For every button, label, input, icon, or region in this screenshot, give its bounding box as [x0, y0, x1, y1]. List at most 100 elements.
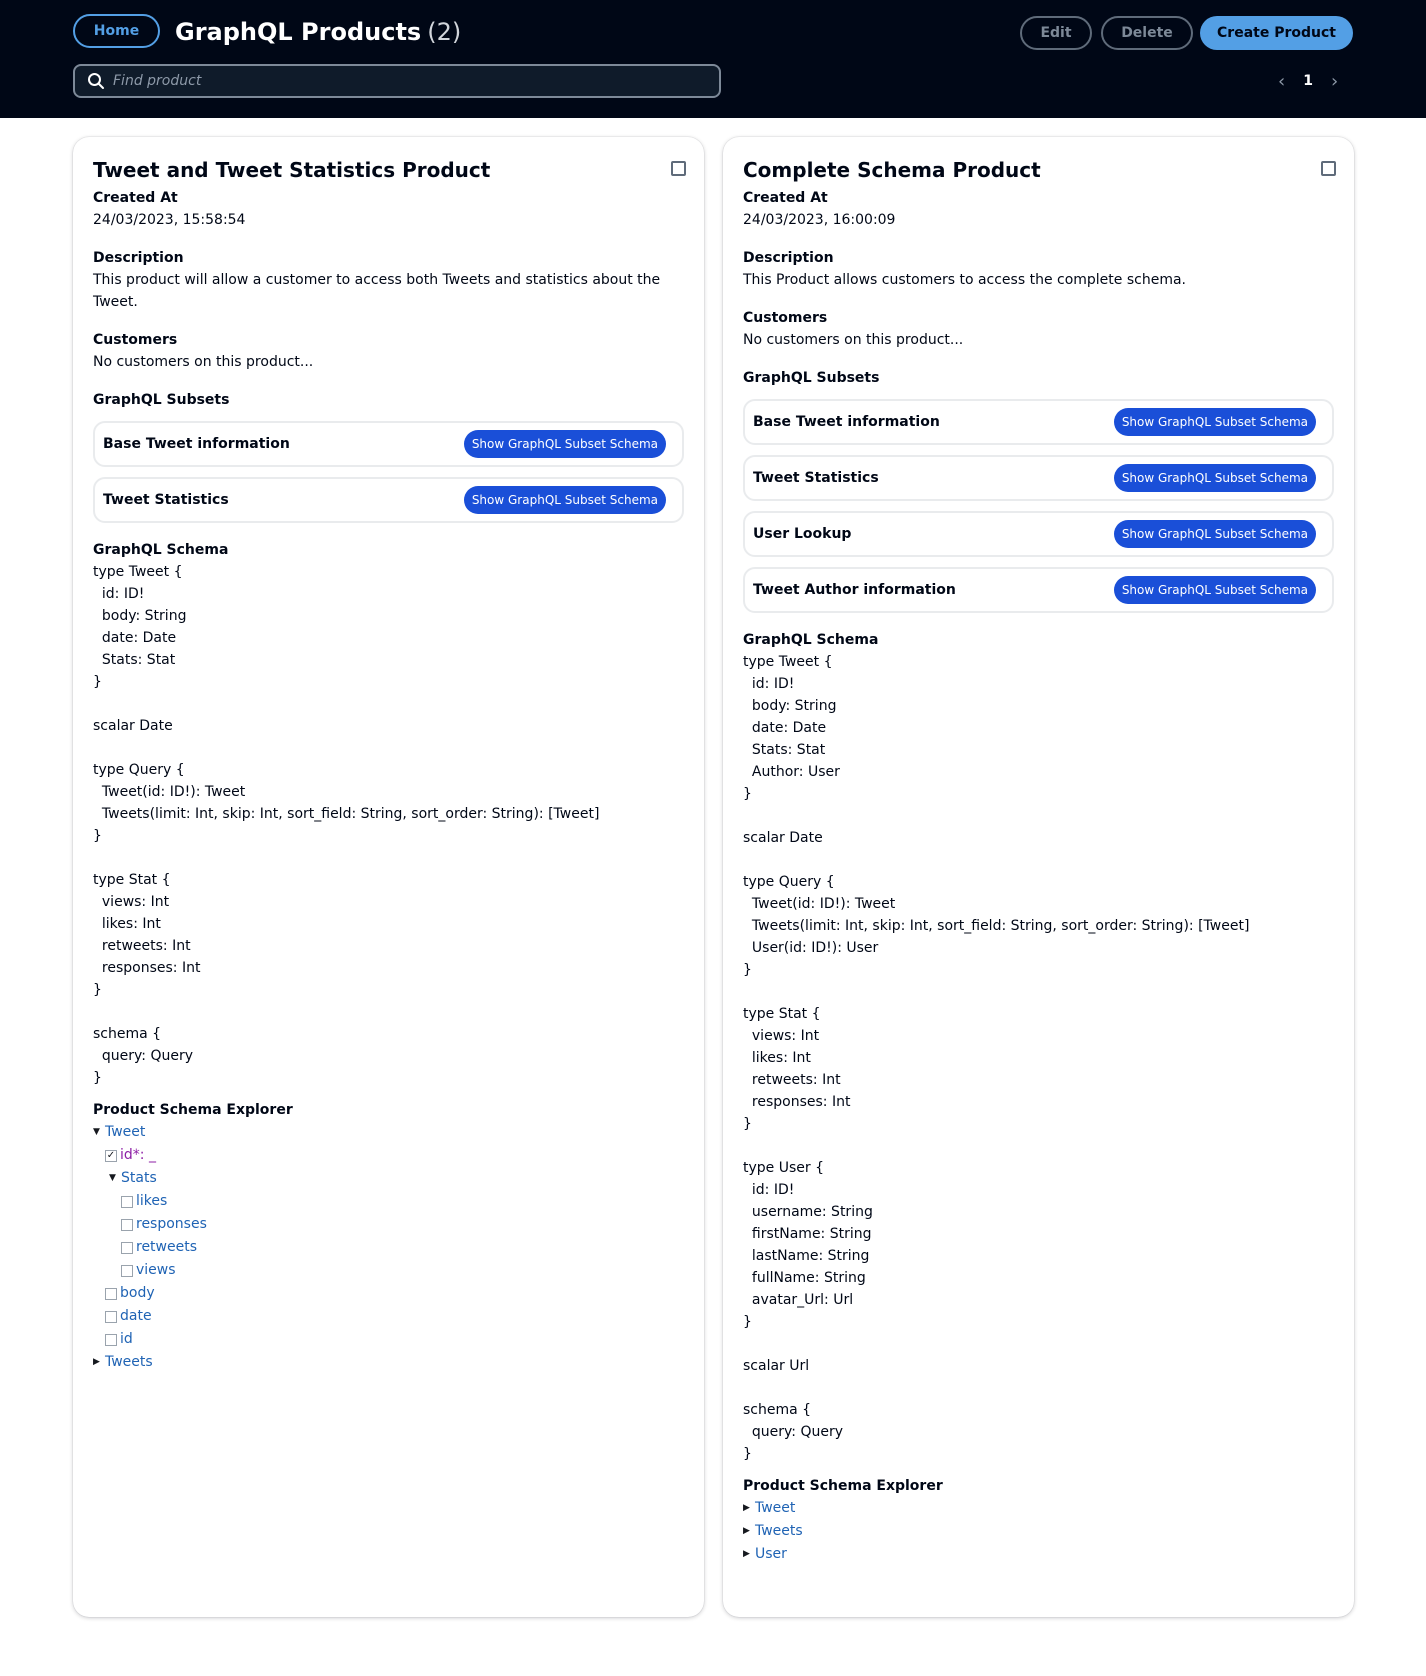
page-title-text: GraphQL Products	[175, 18, 422, 46]
subset-item: Tweet Statistics Show GraphQL Subset Sch…	[743, 455, 1334, 501]
subsets-label: GraphQL Subsets	[93, 392, 230, 408]
product-card: Complete Schema Product Created At 24/03…	[723, 137, 1354, 1617]
checkbox-icon[interactable]	[105, 1287, 117, 1300]
subset-name: Tweet Statistics	[753, 470, 879, 486]
description-value: This product will allow a customer to ac…	[93, 272, 661, 310]
subset-item: Base Tweet information Show GraphQL Subs…	[743, 399, 1334, 445]
checked-checkbox-icon[interactable]: ✓	[105, 1149, 117, 1162]
subset-list: Base Tweet information Show GraphQL Subs…	[93, 421, 684, 523]
tree-label: views	[136, 1262, 176, 1278]
show-subset-schema-button[interactable]: Show GraphQL Subset Schema	[1113, 408, 1316, 436]
caret-right-icon: ▶	[93, 1357, 100, 1367]
tree-node-stats[interactable]: ▼ Stats	[93, 1167, 684, 1190]
subset-item: User Lookup Show GraphQL Subset Schema	[743, 511, 1334, 557]
checkbox-icon[interactable]	[105, 1310, 117, 1323]
edit-button[interactable]: Edit	[1020, 16, 1092, 50]
show-subset-schema-button[interactable]: Show GraphQL Subset Schema	[1113, 464, 1316, 492]
checkbox-icon[interactable]	[121, 1264, 133, 1277]
tree-label: User	[755, 1546, 787, 1562]
tree-node-tweet[interactable]: ▶ Tweet	[743, 1497, 1334, 1520]
customers-value: No customers on this product...	[743, 332, 964, 348]
caret-right-icon: ▶	[743, 1503, 750, 1513]
current-page[interactable]: 1	[1303, 73, 1313, 89]
tree-label: date	[120, 1308, 152, 1324]
tree-label: Tweet	[755, 1500, 796, 1516]
explorer-label: Product Schema Explorer	[93, 1102, 293, 1118]
create-product-button[interactable]: Create Product	[1200, 16, 1353, 50]
tree-node-tweets[interactable]: ▶ Tweets	[93, 1351, 684, 1374]
explorer-tree: ▶ Tweet ▶ Tweets ▶ User	[743, 1497, 1334, 1566]
tree-node-field[interactable]: date	[93, 1305, 684, 1328]
page-title: GraphQL Products (2)	[175, 14, 461, 50]
subset-name: Tweet Statistics	[103, 492, 229, 508]
checkbox-icon[interactable]	[121, 1241, 133, 1254]
product-select-checkbox[interactable]	[1321, 161, 1336, 176]
subset-list: Base Tweet information Show GraphQL Subs…	[743, 399, 1334, 613]
product-count: (2)	[427, 18, 462, 46]
product-card: Tweet and Tweet Statistics Product Creat…	[73, 137, 704, 1617]
explorer-label: Product Schema Explorer	[743, 1478, 943, 1494]
tree-label: likes	[136, 1193, 168, 1209]
tree-label: body	[120, 1285, 155, 1301]
top-header: Home GraphQL Products (2) Edit Delete Cr…	[0, 0, 1426, 118]
home-button[interactable]: Home	[73, 14, 160, 48]
created-at-label: Created At	[93, 190, 178, 206]
tree-label: responses	[136, 1216, 207, 1232]
checkbox-icon[interactable]	[121, 1218, 133, 1231]
product-title: Complete Schema Product	[743, 158, 1041, 182]
show-subset-schema-button[interactable]: Show GraphQL Subset Schema	[1113, 520, 1316, 548]
tree-label: Tweets	[755, 1523, 803, 1539]
caret-right-icon: ▶	[743, 1549, 750, 1559]
tree-node-field[interactable]: id	[93, 1328, 684, 1351]
chevron-right-icon[interactable]: ›	[1331, 71, 1338, 92]
schema-label: GraphQL Schema	[743, 632, 879, 648]
customers-label: Customers	[743, 310, 828, 326]
schema-code: type Tweet { id: ID! body: String date: …	[93, 564, 600, 1086]
search-field[interactable]	[73, 64, 721, 98]
schema-explorer: Product Schema Explorer ▶ Tweet ▶ Tweets…	[743, 1475, 1334, 1566]
tree-node-field[interactable]: retweets	[93, 1236, 684, 1259]
tree-node-field[interactable]: views	[93, 1259, 684, 1282]
tree-node-field[interactable]: body	[93, 1282, 684, 1305]
search-input[interactable]	[113, 73, 673, 89]
tree-label: Tweets	[105, 1354, 153, 1370]
tree-node-required-id[interactable]: ✓ id*: _	[93, 1144, 684, 1167]
pagination: ‹ 1 ›	[1278, 70, 1338, 92]
created-at-label: Created At	[743, 190, 828, 206]
subset-item: Tweet Statistics Show GraphQL Subset Sch…	[93, 477, 684, 523]
delete-button[interactable]: Delete	[1101, 16, 1193, 50]
created-at-value: 24/03/2023, 15:58:54	[93, 212, 246, 228]
product-title: Tweet and Tweet Statistics Product	[93, 158, 491, 182]
subset-item: Tweet Author information Show GraphQL Su…	[743, 567, 1334, 613]
tree-node-tweet[interactable]: ▼ Tweet	[93, 1121, 684, 1144]
caret-right-icon: ▶	[743, 1526, 750, 1536]
subset-name: Tweet Author information	[753, 582, 956, 598]
customers-value: No customers on this product...	[93, 354, 314, 370]
chevron-left-icon[interactable]: ‹	[1278, 71, 1285, 92]
tree-node-user[interactable]: ▶ User	[743, 1543, 1334, 1566]
search-icon	[88, 73, 104, 89]
checkbox-icon[interactable]	[121, 1195, 133, 1208]
checkbox-icon[interactable]	[105, 1333, 117, 1346]
show-subset-schema-button[interactable]: Show GraphQL Subset Schema	[463, 486, 666, 514]
tree-label: retweets	[136, 1239, 198, 1255]
tree-node-field[interactable]: responses	[93, 1213, 684, 1236]
description-label: Description	[93, 250, 184, 266]
show-subset-schema-button[interactable]: Show GraphQL Subset Schema	[463, 430, 666, 458]
explorer-tree: ▼ Tweet ✓ id*: _ ▼ Stats likes responses…	[93, 1121, 684, 1374]
product-select-checkbox[interactable]	[671, 161, 686, 176]
created-at-value: 24/03/2023, 16:00:09	[743, 212, 896, 228]
tree-node-field[interactable]: likes	[93, 1190, 684, 1213]
description-label: Description	[743, 250, 834, 266]
description-value: This Product allows customers to access …	[743, 272, 1186, 288]
tree-label: Tweet	[105, 1124, 146, 1140]
show-subset-schema-button[interactable]: Show GraphQL Subset Schema	[1113, 576, 1316, 604]
schema-label: GraphQL Schema	[93, 542, 229, 558]
tree-label: id	[120, 1331, 133, 1347]
caret-down-icon: ▼	[109, 1173, 116, 1183]
schema-code: type Tweet { id: ID! body: String date: …	[743, 654, 1250, 1462]
subsets-label: GraphQL Subsets	[743, 370, 880, 386]
tree-node-tweets[interactable]: ▶ Tweets	[743, 1520, 1334, 1543]
caret-down-icon: ▼	[93, 1127, 100, 1137]
subset-name: User Lookup	[753, 526, 852, 542]
